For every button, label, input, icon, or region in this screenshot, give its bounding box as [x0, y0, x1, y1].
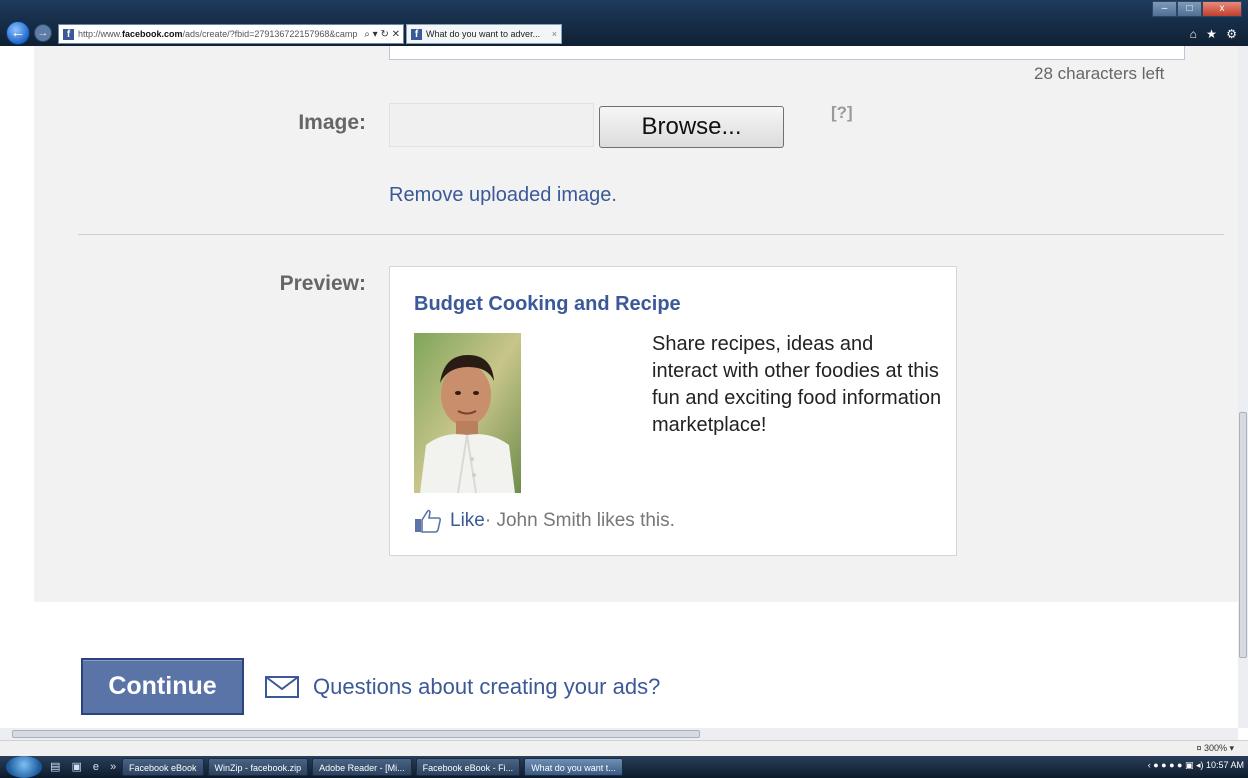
taskbar-item[interactable]: WinZip - facebook.zip: [207, 758, 309, 776]
home-favorites-tools-icons[interactable]: ⌂ ★ ⚙: [1190, 27, 1240, 41]
body-text-field[interactable]: [389, 46, 1185, 60]
start-button[interactable]: [6, 756, 42, 778]
tab-close-icon[interactable]: ×: [552, 29, 557, 39]
maximize-button[interactable]: □: [1177, 1, 1202, 17]
remove-uploaded-image-link[interactable]: Remove uploaded image.: [389, 184, 617, 207]
tab-title: What do you want to adver...: [426, 29, 541, 39]
image-label: Image:: [298, 111, 366, 134]
like-link[interactable]: Like: [450, 510, 485, 532]
zoom-level[interactable]: ¤ 300% ▾: [1196, 743, 1234, 754]
address-bar[interactable]: f http://www.facebook.com/ads/create/?fb…: [58, 24, 404, 44]
continue-button[interactable]: Continue: [81, 658, 244, 715]
facebook-favicon-icon: f: [411, 28, 422, 40]
questions-help-link[interactable]: Questions about creating your ads?: [313, 674, 660, 700]
mail-envelope-icon: [265, 676, 299, 698]
like-row: Like · John Smith likes this.: [414, 509, 675, 533]
browse-button[interactable]: Browse...: [599, 106, 784, 148]
quick-launch-icons[interactable]: ▤ ▣ e »: [50, 760, 120, 773]
taskbar-item[interactable]: What do you want t...: [524, 758, 623, 776]
ad-title[interactable]: Budget Cooking and Recipe: [414, 293, 681, 316]
windows-taskbar: ▤ ▣ e » Facebook eBook WinZip - facebook…: [0, 756, 1248, 778]
url-text: http://www.facebook.com/ads/create/?fbid…: [78, 29, 358, 39]
image-file-input[interactable]: [389, 103, 594, 147]
facebook-favicon-icon: f: [63, 28, 74, 40]
ad-preview-card: Budget Cooking and Recipe Share recipes,…: [389, 266, 957, 556]
taskbar-item[interactable]: Adobe Reader - [Mi...: [312, 758, 412, 776]
vertical-scrollbar[interactable]: [1238, 46, 1248, 728]
like-social-text: · John Smith likes this.: [484, 510, 675, 531]
taskbar-item[interactable]: Facebook eBook: [122, 758, 204, 776]
preview-label: Preview:: [279, 272, 366, 295]
ad-chef-photo[interactable]: [414, 333, 521, 493]
browser-status-bar: ¤ 300% ▾: [0, 740, 1248, 756]
taskbar-item[interactable]: Facebook eBook - Fi...: [415, 758, 521, 776]
thumbs-up-icon: [415, 509, 442, 533]
horizontal-scroll-thumb[interactable]: [12, 730, 700, 738]
ad-body-text: Share recipes, ideas and interact with o…: [652, 333, 942, 436]
section-divider: [78, 234, 1224, 235]
characters-left-counter: 28 characters left: [1034, 64, 1165, 83]
horizontal-scrollbar[interactable]: [0, 728, 1238, 740]
address-tools[interactable]: ⌕ ▾ ↻ ✕: [361, 28, 403, 40]
back-arrow-icon[interactable]: ←: [6, 21, 30, 45]
system-tray-clock[interactable]: ‹ ● ● ● ● ▣ ◂) 10:57 AM: [1148, 760, 1244, 771]
browser-toolbar: ← → f http://www.facebook.com/ads/create…: [0, 0, 1248, 46]
vertical-scroll-thumb[interactable]: [1239, 412, 1247, 658]
browser-tab[interactable]: f What do you want to adver... ×: [406, 24, 562, 44]
page-content: 28 characters left Image: Browse... [?] …: [0, 46, 1238, 728]
taskbar-items: Facebook eBook WinZip - facebook.zip Ado…: [122, 758, 623, 776]
forward-arrow-icon[interactable]: →: [34, 24, 52, 42]
window-controls: – □ x: [1152, 1, 1242, 17]
close-window-button[interactable]: x: [1202, 1, 1242, 17]
minimize-button[interactable]: –: [1152, 1, 1177, 17]
image-help-link[interactable]: [?]: [831, 103, 853, 123]
